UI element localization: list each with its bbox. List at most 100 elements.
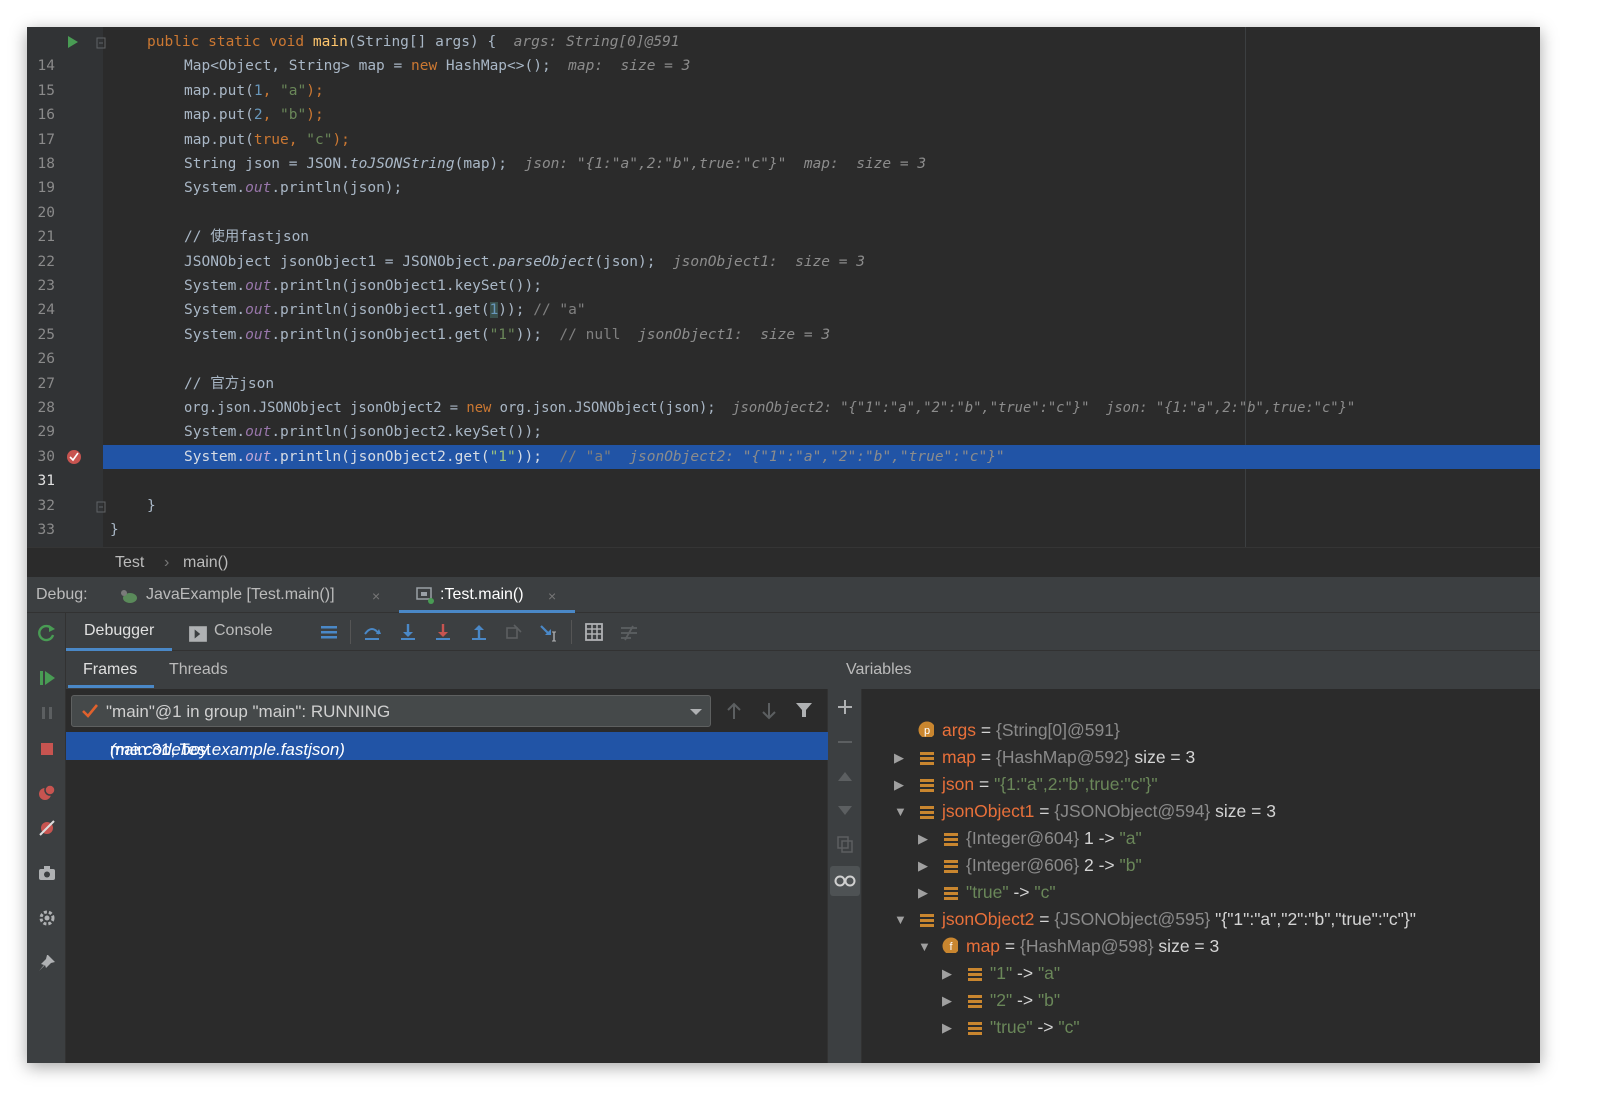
console-icon[interactable] (188, 624, 208, 644)
thread-selector[interactable]: "main"@1 in group "main": RUNNING (71, 695, 711, 727)
debugger-toolbar: Debugger Console (66, 613, 1540, 651)
debug-actions-strip (27, 613, 66, 1063)
field-icon (920, 752, 934, 765)
expand-arrow-icon[interactable]: ▶ (942, 1014, 956, 1041)
code-line-30[interactable]: 30 System.out.println(jsonObject2.keySet… (27, 420, 1540, 464)
field-icon (944, 860, 958, 873)
fold-icon[interactable] (96, 501, 106, 513)
stop-icon[interactable] (37, 739, 57, 759)
drop-frame-icon[interactable] (504, 622, 524, 642)
step-out-icon[interactable] (469, 622, 489, 642)
view-breakpoints-icon[interactable] (37, 783, 57, 803)
code-line-18[interactable]: 18 map.put(true, "c"); (27, 128, 1540, 172)
tab-threads[interactable]: Threads (169, 661, 228, 679)
check-icon (82, 704, 99, 718)
resume-icon[interactable] (37, 668, 57, 688)
field-icon (968, 995, 982, 1008)
fold-icon[interactable] (96, 37, 106, 49)
filter-icon[interactable] (795, 701, 813, 719)
pause-icon[interactable] (37, 703, 57, 723)
mute-breakpoints-icon[interactable] (37, 818, 57, 838)
code-line-24[interactable]: 24 System.out.println(jsonObject1.keySet… (27, 274, 1540, 318)
tab-console[interactable]: Console (214, 622, 273, 640)
copy-icon[interactable] (836, 835, 854, 853)
expand-arrow-icon[interactable]: ▶ (894, 771, 908, 798)
code-line-34[interactable]: 34 } (27, 518, 1540, 562)
tab-debugger[interactable]: Debugger (84, 622, 154, 640)
frames-tab-indicator (68, 685, 154, 688)
expand-arrow-icon[interactable]: ▶ (918, 852, 932, 879)
code-line-26[interactable]: 26 System.out.println(jsonObject1.get("1… (27, 323, 1540, 367)
field-icon (968, 968, 982, 981)
code-line-15[interactable]: 15 Map<Object, String> map = new HashMap… (27, 54, 1540, 98)
breakpoint-icon[interactable] (66, 449, 82, 465)
trace-stream-icon[interactable] (619, 622, 639, 642)
code-line-14[interactable]: 14 public static void main(String[] args… (27, 30, 1540, 74)
tab-frames[interactable]: Frames (83, 661, 137, 679)
expand-arrow-icon[interactable]: ▶ (918, 879, 932, 906)
code-line-16[interactable]: 16 map.put(1, "a"); (27, 79, 1540, 123)
close-icon[interactable]: × (548, 588, 556, 604)
variables-header: Variables (828, 651, 1540, 689)
pin-icon[interactable] (37, 953, 57, 973)
move-down-icon[interactable] (836, 801, 854, 819)
code-text: Map<Object, String> map = new HashMap<>(… (184, 58, 691, 75)
force-step-into-icon[interactable] (433, 622, 453, 642)
code-line-25[interactable]: 25 System.out.println(jsonObject1.get(1)… (27, 298, 1540, 343)
settings-icon[interactable] (37, 908, 57, 928)
thread-selector-value: "main"@1 in group "main": RUNNING (106, 702, 391, 721)
tab-java-example[interactable]: JavaExample [Test.main()] (146, 586, 335, 604)
code-text: public static void main(String[] args) {… (147, 34, 680, 50)
remove-watch-icon[interactable] (836, 733, 854, 751)
code-line-22[interactable]: 22 // 使用fastjson (27, 225, 1540, 269)
field-icon (944, 887, 958, 900)
expand-arrow-icon[interactable]: ▶ (894, 744, 908, 771)
collapse-arrow-icon[interactable]: ▼ (918, 933, 932, 960)
arrow-down-icon[interactable] (761, 701, 777, 721)
add-watch-icon[interactable] (836, 698, 854, 716)
code-line-17[interactable]: 17 map.put(2, "b"); (27, 103, 1540, 147)
frame-row-selected[interactable]: main:31, Test (me.codeboy.example.fastjs… (66, 732, 828, 760)
step-over-icon[interactable] (362, 622, 382, 642)
breadcrumb-class[interactable]: Test (115, 554, 144, 572)
collapse-arrow-icon[interactable]: ▼ (894, 906, 908, 933)
code-text: System.out.println(jsonObject1.keySet())… (184, 278, 542, 294)
rerun-icon[interactable] (37, 623, 57, 643)
code-line-33[interactable]: 33 } (27, 494, 1540, 538)
code-line-31[interactable]: 31 System.out.println(jsonObject2.get("1… (27, 445, 1540, 489)
variables-toolbar (828, 689, 862, 1063)
code-line-20[interactable]: 20 System.out.println(json); (27, 176, 1540, 220)
chevron-down-icon[interactable] (689, 708, 703, 716)
code-line-28[interactable]: 28 // 官方json (27, 372, 1540, 416)
variables-title: Variables (846, 661, 912, 678)
code-editor[interactable]: 14 public static void main(String[] args… (27, 27, 1540, 562)
code-line-29[interactable]: 29 org.json.JSONObject jsonObject2 = new… (27, 396, 1540, 440)
code-line-19[interactable]: 19 String json = JSON.toJSONString(map);… (27, 152, 1540, 196)
collapse-arrow-icon[interactable]: ▼ (894, 798, 908, 825)
debug-label: Debug: (36, 586, 88, 603)
show-watches-toggle[interactable] (830, 866, 860, 896)
step-into-icon[interactable] (398, 622, 418, 642)
field-icon (920, 779, 934, 792)
tab-test-main[interactable]: :Test.main() (440, 586, 524, 604)
code-text: map.put(1, "a"); (184, 82, 324, 99)
code-line-21[interactable]: 21 (27, 201, 1540, 245)
move-up-icon[interactable] (836, 768, 854, 786)
code-line-32[interactable]: 32 (27, 469, 1540, 514)
expand-arrow-icon[interactable]: ▶ (942, 960, 956, 987)
ide-window: 14 public static void main(String[] args… (27, 27, 1540, 1063)
code-line-23[interactable]: 23 JSONObject jsonObject1 = JSONObject.p… (27, 250, 1540, 294)
run-to-cursor-icon[interactable] (539, 622, 559, 642)
code-line-27[interactable]: 27 (27, 347, 1540, 392)
evaluate-expression-icon[interactable] (584, 622, 604, 642)
breadcrumb: Test › main() (27, 547, 1540, 577)
expand-arrow-icon[interactable]: ▶ (918, 825, 932, 852)
breadcrumb-method[interactable]: main() (183, 554, 228, 572)
camera-icon[interactable] (37, 863, 57, 883)
debug-session-icon (416, 587, 434, 604)
run-icon[interactable] (67, 35, 79, 49)
arrow-up-icon[interactable] (726, 701, 742, 721)
layout-icon[interactable] (319, 622, 339, 642)
close-icon[interactable]: × (372, 588, 380, 604)
expand-arrow-icon[interactable]: ▶ (942, 987, 956, 1014)
